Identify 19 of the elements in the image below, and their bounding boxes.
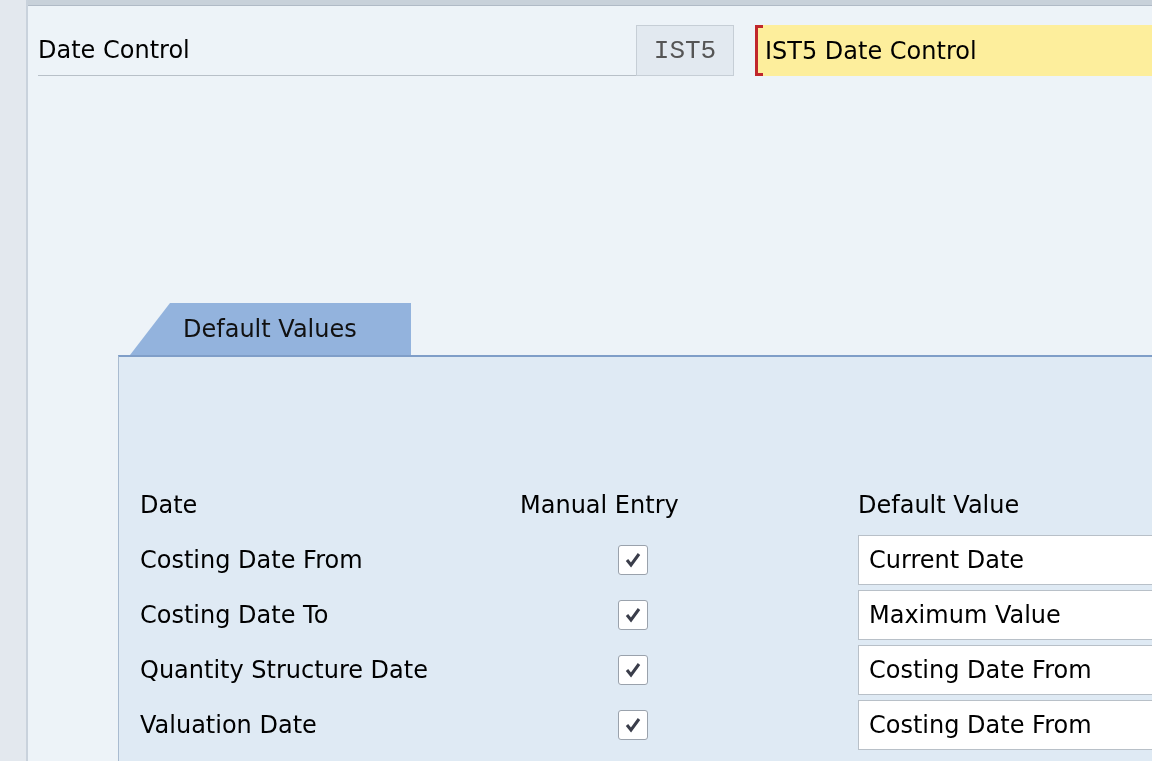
default-value-dropdown[interactable]: Current Date <box>858 534 1152 585</box>
field-label: Date Control <box>38 25 636 76</box>
checkbox[interactable] <box>618 544 648 575</box>
code-field: IST5 <box>636 25 734 76</box>
checkbox[interactable] <box>618 654 648 685</box>
column-header: Manual Entry <box>520 490 679 519</box>
date-label: Valuation Date <box>140 710 318 739</box>
checkbox[interactable] <box>618 709 648 740</box>
default-value-dropdown[interactable]: Maximum Value <box>858 589 1152 640</box>
date-label: Costing Date From <box>140 545 364 574</box>
default-value-dropdown[interactable]: Costing Date From <box>858 699 1152 750</box>
date-label: Costing Date To <box>140 600 330 629</box>
tab[interactable]: Default Values <box>130 303 411 355</box>
date-label: Quantity Structure Date <box>140 655 429 684</box>
column-header: Default Value <box>858 490 1020 519</box>
column-header: Date <box>140 490 198 519</box>
description-input-field[interactable]: IST5 Date Control <box>755 25 1152 76</box>
checkbox[interactable] <box>618 599 648 630</box>
default-value-dropdown[interactable]: Costing Date From <box>858 644 1152 695</box>
